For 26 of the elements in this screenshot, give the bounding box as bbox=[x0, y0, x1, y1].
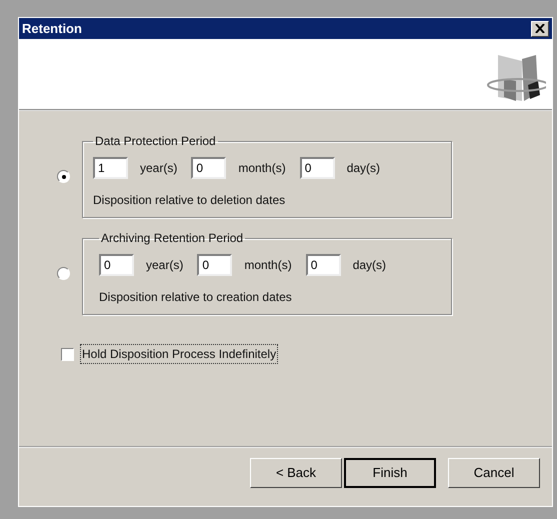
checkbox[interactable] bbox=[61, 348, 74, 360]
number-field[interactable]: 0 bbox=[197, 254, 232, 276]
unit-label: month(s) bbox=[244, 257, 292, 274]
note-text: Disposition relative to deletion dates bbox=[93, 192, 286, 209]
checkbox-label[interactable]: Hold Disposition Process Indefinitely bbox=[81, 345, 278, 363]
window-title: Retention bbox=[22, 20, 82, 38]
group-title: Archiving Retention Period bbox=[100, 232, 244, 244]
number-field[interactable]: 0 bbox=[306, 254, 341, 276]
radio-button[interactable] bbox=[57, 267, 70, 280]
unit-label: year(s) bbox=[146, 257, 184, 274]
unit-label: day(s) bbox=[346, 160, 380, 177]
radio-button[interactable] bbox=[57, 170, 70, 183]
close-icon bbox=[535, 24, 545, 33]
unit-label: day(s) bbox=[352, 257, 386, 274]
close-button[interactable] bbox=[531, 20, 549, 36]
wizard-button[interactable]: < Back bbox=[250, 458, 342, 488]
unit-label: month(s) bbox=[238, 160, 286, 177]
wizard-button[interactable]: Cancel bbox=[448, 458, 540, 488]
number-field[interactable]: 1 bbox=[93, 157, 128, 179]
number-field[interactable]: 0 bbox=[191, 157, 226, 179]
number-field[interactable]: 0 bbox=[300, 157, 335, 179]
unit-label: year(s) bbox=[140, 160, 178, 177]
wizard-button[interactable]: Finish bbox=[344, 458, 436, 488]
note-text: Disposition relative to creation dates bbox=[99, 289, 293, 306]
number-field[interactable]: 0 bbox=[99, 254, 134, 276]
group-title: Data Protection Period bbox=[94, 135, 217, 147]
